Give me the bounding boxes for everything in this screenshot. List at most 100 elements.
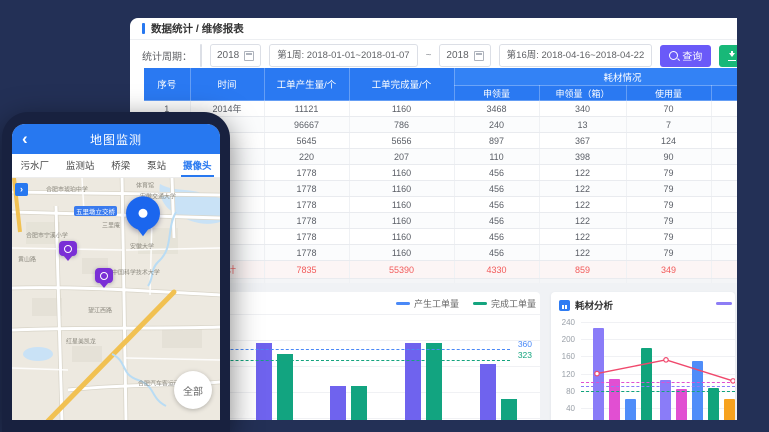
- bar-产生工单量[interactable]: [405, 343, 421, 420]
- phone-tab-泵站[interactable]: 泵站: [145, 154, 168, 177]
- table-row[interactable]: 177811604561227967: [144, 213, 737, 229]
- table-cell: 79: [626, 197, 711, 213]
- map-label: 红星美凯龙: [66, 336, 96, 345]
- table-cell: 79: [626, 245, 711, 261]
- consumables-bar-line-chart[interactable]: 2402001601208040: [551, 292, 735, 420]
- all-filter-button[interactable]: 全部: [174, 371, 212, 409]
- col-header-seq[interactable]: 序号: [144, 68, 190, 101]
- table-cell: 67: [711, 165, 737, 181]
- table-cell: 67: [711, 245, 737, 261]
- col-header-sub-3[interactable]: 库存量: [711, 86, 737, 101]
- col-header-sub-0[interactable]: 申领量: [454, 86, 539, 101]
- selected-marker[interactable]: [126, 196, 160, 230]
- period-segmented-control: 年季月周日: [200, 44, 202, 67]
- map-label: 合肥市琥珀中学: [46, 184, 88, 193]
- trend-line: [551, 292, 735, 420]
- table-cell: 1778: [264, 213, 349, 229]
- map-label: 黄山路: [18, 254, 36, 263]
- legend-item[interactable]: 完成工单量: [473, 297, 536, 310]
- breadcrumb-accent-bar: [142, 23, 145, 34]
- map-label: 中国科学技术大学: [112, 267, 160, 276]
- table-cell: 1160: [349, 101, 454, 117]
- camera-marker[interactable]: [59, 241, 77, 256]
- phone-mockup: ‹ 地图监测 污水厂监测站桥梁泵站摄像头: [2, 112, 230, 432]
- col-header-completed[interactable]: 工单完成量/个: [349, 68, 454, 101]
- map-view[interactable]: › 五里墩立交桥 合肥市琥珀中学体育馆安徽交通大学三里庵合肥市宁溪小学安徽大学中…: [12, 178, 220, 420]
- table-cell: 70: [626, 101, 711, 117]
- col-header-sub-2[interactable]: 使用量: [626, 86, 711, 101]
- camera-marker[interactable]: [95, 268, 113, 283]
- table-cell: 340: [539, 101, 626, 117]
- bar-完成工单量[interactable]: [426, 343, 442, 420]
- table-cell: 55390: [349, 261, 454, 279]
- table-row[interactable]: 177811604561227967: [144, 245, 737, 261]
- back-chevron-icon[interactable]: ‹: [22, 125, 28, 153]
- table-cell: 456: [454, 245, 539, 261]
- calendar-icon: [474, 51, 484, 61]
- table-cell: 96667: [264, 117, 349, 133]
- refline-value: 360: [518, 339, 532, 349]
- table-cell: 367: [539, 133, 626, 149]
- chart-legend: 产生工单量 完成工单量: [396, 297, 536, 310]
- phone-tab-摄像头[interactable]: 摄像头: [181, 154, 214, 177]
- table-cell: 122: [539, 197, 626, 213]
- table-cell: 1160: [349, 181, 454, 197]
- table-cell: 110: [454, 149, 539, 165]
- breadcrumb: 数据统计 / 维修报表: [151, 21, 244, 36]
- calendar-icon: [244, 51, 254, 61]
- week-range-from[interactable]: 第1周: 2018-01-01~2018-01-07: [269, 44, 417, 67]
- table-cell: 786: [349, 117, 454, 133]
- table-row[interactable]: 合计7835553904330859349334: [144, 261, 737, 279]
- table-cell: 1778: [264, 229, 349, 245]
- table-cell: 3468: [454, 101, 539, 117]
- table-cell: 67: [711, 213, 737, 229]
- bar-产生工单量[interactable]: [480, 364, 496, 420]
- col-header-sub-1[interactable]: 申领量（箱）: [539, 86, 626, 101]
- table-cell: 456: [454, 197, 539, 213]
- phone-tab-监测站[interactable]: 监测站: [64, 154, 97, 177]
- query-button[interactable]: 查询: [660, 45, 711, 67]
- table-cell: 207: [349, 149, 454, 165]
- bar-产生工单量[interactable]: [256, 343, 272, 420]
- phone-tab-桥梁[interactable]: 桥梁: [109, 154, 132, 177]
- table-cell: 456: [454, 181, 539, 197]
- year-from-select[interactable]: 2018: [210, 44, 261, 67]
- year-to-select[interactable]: 2018: [439, 44, 490, 67]
- road-badge: 五里墩立交桥: [74, 206, 117, 216]
- bar-完成工单量[interactable]: [501, 399, 517, 420]
- consumables-chart-card: 耗材分析 2402001601208040: [551, 292, 735, 420]
- export-excel-button[interactable]: 导出Excel: [719, 45, 737, 67]
- table-cell: 220: [264, 149, 349, 165]
- map-label: 合肥市宁溪小学: [26, 230, 68, 239]
- year-from-value: 2018: [217, 50, 239, 61]
- table-cell: 859: [539, 261, 626, 279]
- table-row[interactable]: 177811604561227967: [144, 181, 737, 197]
- table-row[interactable]: 96667786240137650: [144, 117, 737, 133]
- table-cell: 79: [626, 165, 711, 181]
- table-cell: 79: [626, 229, 711, 245]
- table-row[interactable]: 2202071103989019: [144, 149, 737, 165]
- table-row[interactable]: 177811604561227967: [144, 197, 737, 213]
- table-row[interactable]: 177811604561227967: [144, 165, 737, 181]
- map-label: 三里庵: [102, 220, 120, 229]
- week-range-to[interactable]: 第16周: 2018-04-16~2018-04-22: [499, 44, 653, 67]
- table-cell: 79: [626, 181, 711, 197]
- table-row[interactable]: 12014年111211160346834070250: [144, 101, 737, 117]
- legend-item[interactable]: 产生工单量: [396, 297, 459, 310]
- legend-dash-icon: [473, 302, 487, 305]
- bar-完成工单量[interactable]: [277, 354, 293, 420]
- col-header-created[interactable]: 工单产生量/个: [264, 68, 349, 101]
- table-cell: 349: [626, 261, 711, 279]
- table-row[interactable]: 177811604561227967: [144, 229, 737, 245]
- table-cell: 129: [711, 133, 737, 149]
- col-header-time[interactable]: 时间: [190, 68, 264, 101]
- bar-产生工单量[interactable]: [330, 386, 346, 420]
- table-cell: 1160: [349, 165, 454, 181]
- table-cell: 250: [711, 101, 737, 117]
- phone-tab-污水厂[interactable]: 污水厂: [18, 154, 51, 177]
- table-row[interactable]: 56455656897367124129: [144, 133, 737, 149]
- bar-完成工单量[interactable]: [351, 386, 367, 420]
- period-option-年[interactable]: 年: [201, 45, 202, 66]
- range-separator: ~: [426, 50, 432, 61]
- map-expander-button[interactable]: ›: [15, 183, 28, 196]
